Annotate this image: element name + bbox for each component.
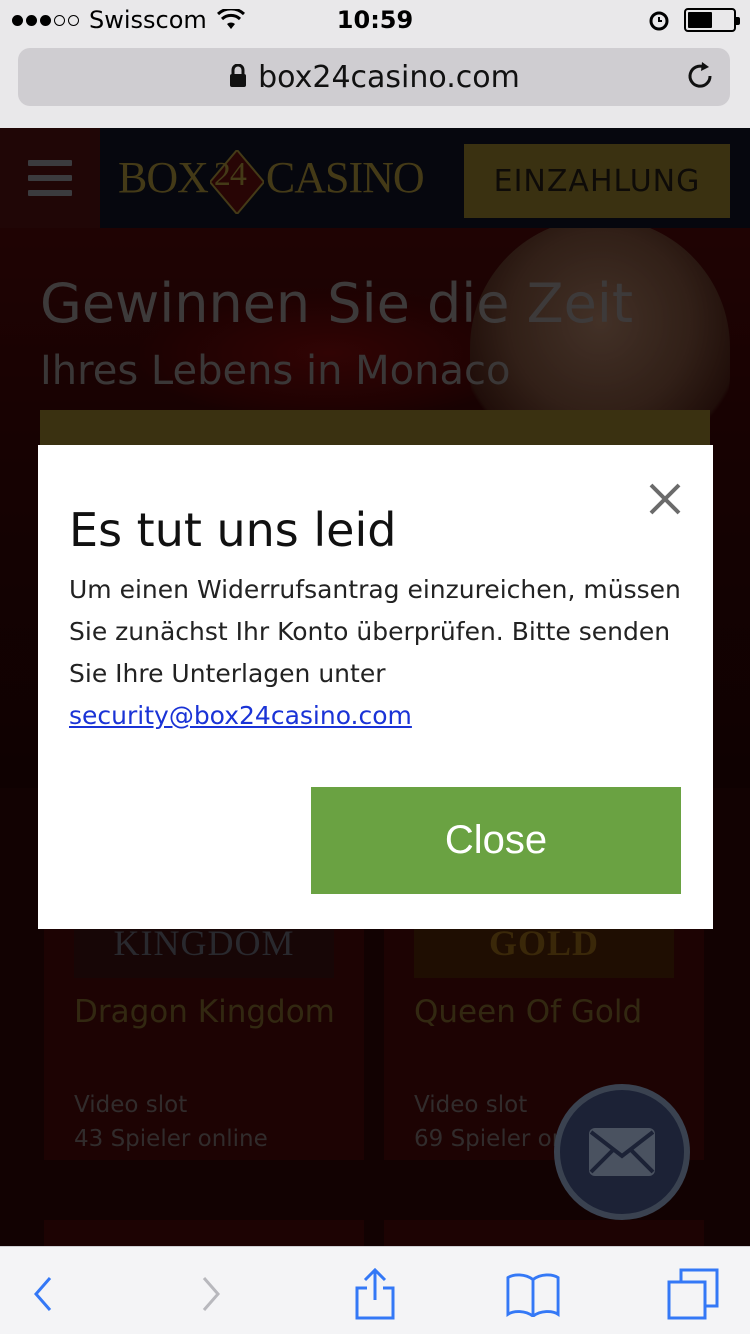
back-icon[interactable]	[16, 1267, 70, 1321]
error-modal: Es tut uns leid Um einen Widerrufsantrag…	[38, 445, 713, 929]
close-button[interactable]: Close	[311, 787, 681, 894]
browser-chrome: box24casino.com	[0, 40, 750, 128]
address-bar[interactable]: box24casino.com	[18, 48, 730, 106]
security-email-link[interactable]: security@box24casino.com	[69, 701, 412, 730]
forward-icon[interactable]	[184, 1267, 238, 1321]
browser-toolbar	[0, 1246, 750, 1334]
clock: 10:59	[336, 6, 414, 34]
modal-title: Es tut uns leid	[69, 503, 397, 557]
lock-icon	[228, 61, 248, 96]
battery-icon	[684, 8, 740, 32]
close-icon[interactable]	[647, 481, 683, 517]
url-display[interactable]: box24casino.com	[18, 60, 730, 96]
modal-message-text: Um einen Widerrufsantrag einzureichen, m…	[69, 575, 681, 688]
contact-mail-button[interactable]	[554, 1084, 690, 1220]
reload-icon[interactable]	[684, 60, 716, 96]
url-text: box24casino.com	[258, 60, 520, 95]
share-icon[interactable]	[348, 1267, 402, 1321]
status-right	[648, 8, 740, 32]
alarm-icon	[649, 11, 669, 31]
battery-level	[688, 12, 712, 28]
modal-message: Um einen Widerrufsantrag einzureichen, m…	[69, 569, 689, 737]
mail-icon	[589, 1128, 655, 1176]
bookmarks-icon[interactable]	[506, 1267, 560, 1321]
tabs-icon[interactable]	[666, 1267, 720, 1321]
status-bar: Swisscom 10:59	[0, 0, 750, 40]
